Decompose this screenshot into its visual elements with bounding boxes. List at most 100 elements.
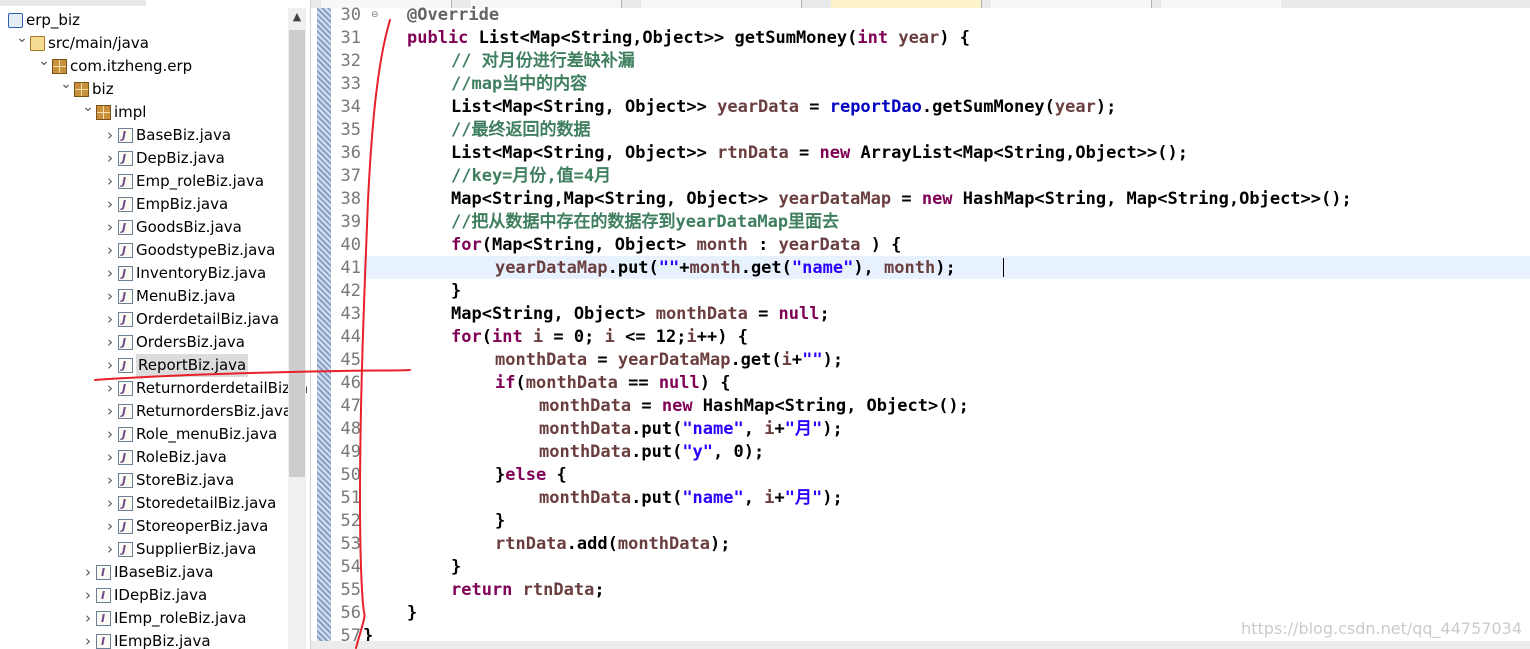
code-line[interactable]: }else { [495, 464, 567, 487]
chevron-right-icon[interactable]: › [104, 147, 116, 170]
tree-item[interactable]: › ReturnorderdetailBiz.ja [0, 377, 308, 400]
editor-tab[interactable] [641, 0, 802, 8]
chevron-right-icon[interactable]: › [104, 124, 116, 147]
tree-item[interactable]: › Role_menuBiz.java [0, 423, 288, 446]
editor-horizontal-scrollbar[interactable] [311, 641, 1530, 649]
chevron-down-icon[interactable]: ⌄ [60, 73, 72, 96]
fold-icon[interactable]: ⊖ [371, 4, 381, 27]
tree-item[interactable]: › Emp_roleBiz.java [0, 170, 288, 193]
tree-item[interactable]: › DepBiz.java [0, 147, 288, 170]
explorer-scroll-thumb[interactable] [289, 30, 305, 477]
chevron-right-icon[interactable]: › [104, 446, 116, 469]
code-token: yearData [778, 235, 861, 255]
chevron-right-icon[interactable]: › [104, 170, 116, 193]
chevron-right-icon[interactable]: › [104, 492, 116, 515]
code-line[interactable]: yearDataMap.put(""+month.get("name"), mo… [495, 257, 956, 280]
code-line[interactable]: List<Map<String, Object>> yearData = rep… [451, 96, 1116, 119]
chevron-right-icon[interactable]: › [104, 423, 116, 446]
code-line[interactable]: } [451, 280, 461, 303]
chevron-right-icon[interactable]: › [82, 561, 94, 584]
code-line[interactable]: monthData = new HashMap<String, Object>(… [539, 395, 969, 418]
tree-item[interactable]: ⌄ biz [0, 76, 288, 101]
chevron-right-icon[interactable]: › [104, 400, 116, 423]
chevron-right-icon[interactable]: › [104, 262, 116, 285]
code-line[interactable]: if(monthData == null) { [495, 372, 730, 395]
tree-item[interactable]: › StoreBiz.java [0, 469, 288, 492]
tree-item[interactable]: › ReportBiz.java [0, 354, 288, 377]
chevron-right-icon[interactable]: › [104, 377, 116, 400]
tree-item[interactable]: › MenuBiz.java [0, 285, 288, 308]
tree-item[interactable]: › BaseBiz.java [0, 124, 288, 147]
chevron-right-icon[interactable]: › [104, 354, 116, 377]
tree-item[interactable]: › StoredetailBiz.java [0, 492, 288, 515]
chevron-right-icon[interactable]: › [104, 538, 116, 561]
tree-item[interactable]: › InventoryBiz.java [0, 262, 288, 285]
code-line[interactable]: monthData = yearDataMap.get(i+""); [495, 349, 843, 372]
tree-item[interactable]: ⌄ impl [0, 99, 288, 124]
chevron-down-icon[interactable]: ⌄ [82, 96, 94, 119]
code-line[interactable]: return rtnData; [451, 579, 605, 602]
editor-tab[interactable] [1161, 0, 1281, 8]
code-line[interactable]: //最终返回的数据 [451, 119, 590, 142]
chevron-right-icon[interactable]: › [104, 216, 116, 239]
code-line[interactable]: } [451, 556, 461, 579]
explorer-vertical-scrollbar[interactable]: ▲ [288, 8, 306, 649]
code-line[interactable]: monthData.put("name", i+"月"); [539, 487, 843, 510]
tree-item-label: SupplierBiz.java [136, 540, 257, 558]
code-line[interactable]: Map<String,Map<String, Object>> yearData… [451, 188, 1352, 211]
code-line[interactable]: rtnData.add(monthData); [495, 533, 730, 556]
code-line[interactable]: public List<Map<String,Object>> getSumMo… [407, 27, 970, 50]
chevron-right-icon[interactable]: › [104, 515, 116, 538]
tree-item[interactable]: › OrdersBiz.java [0, 331, 288, 354]
tree-item[interactable]: › SupplierBiz.java [0, 538, 288, 561]
chevron-right-icon[interactable]: › [104, 331, 116, 354]
code-line[interactable]: //把从数据中存在的数据存到yearDataMap里面去 [451, 211, 839, 234]
tree-item[interactable]: › OrderdetailBiz.java [0, 308, 288, 331]
code-line[interactable]: //map当中的内容 [451, 73, 587, 96]
tree-item-label: MenuBiz.java [136, 287, 236, 305]
tree-item[interactable]: › IEmpBiz.java [0, 630, 288, 649]
code-line[interactable]: for(Map<String, Object> month : yearData… [451, 234, 901, 257]
tree-item[interactable]: › ReturnordersBiz.java [0, 400, 292, 423]
code-line[interactable]: } [407, 602, 417, 625]
code-line[interactable]: List<Map<String, Object>> rtnData = new … [451, 142, 1188, 165]
line-number: 38 [340, 189, 361, 209]
tree-item[interactable]: › IDepBiz.java [0, 584, 288, 607]
tree-item[interactable]: › EmpBiz.java [0, 193, 288, 216]
tree-item[interactable]: › StoreoperBiz.java [0, 515, 288, 538]
tree-item[interactable]: › GoodstypeBiz.java [0, 239, 288, 262]
chevron-right-icon[interactable]: › [82, 630, 94, 649]
text-caret [1003, 258, 1004, 277]
editor-tab[interactable] [991, 0, 1152, 8]
chevron-right-icon[interactable]: › [104, 239, 116, 262]
tree-item[interactable]: › IEmp_roleBiz.java [0, 607, 288, 630]
code-token: ); [1095, 97, 1117, 117]
code-line[interactable]: Map<String, Object> monthData = null; [451, 303, 830, 326]
chevron-right-icon[interactable]: › [104, 193, 116, 216]
chevron-right-icon[interactable]: › [104, 469, 116, 492]
chevron-right-icon[interactable]: › [82, 584, 94, 607]
code-line[interactable]: } [495, 510, 505, 533]
chevron-right-icon[interactable]: › [82, 607, 94, 630]
code-token: month [696, 235, 748, 255]
code-line[interactable]: //key=月份,值=4月 [451, 165, 611, 188]
editor-tab-active[interactable] [831, 0, 982, 8]
code-line[interactable]: // 对月份进行差缺补漏 [451, 50, 635, 73]
code-line[interactable]: @Override [407, 4, 499, 27]
chevron-down-icon[interactable]: ⌄ [38, 50, 50, 73]
tree-item[interactable]: erp_biz [0, 9, 288, 32]
code-line[interactable]: monthData.put("name", i+"月"); [539, 418, 843, 441]
code-token: monthData [539, 488, 632, 508]
code-line[interactable]: monthData.put("y", 0); [539, 441, 764, 464]
line-number: 53 [340, 534, 361, 554]
package-icon [52, 59, 67, 74]
chevron-down-icon[interactable]: ⌄ [16, 27, 28, 50]
tree-item[interactable]: ⌄ com.itzheng.erp [0, 53, 288, 78]
chevron-right-icon[interactable]: › [104, 285, 116, 308]
chevron-right-icon[interactable]: › [104, 308, 116, 331]
code-line[interactable]: for(int i = 0; i <= 12;i++) { [451, 326, 748, 349]
tree-item[interactable]: › GoodsBiz.java [0, 216, 288, 239]
tree-item[interactable]: › RoleBiz.java [0, 446, 288, 469]
tree-item[interactable]: › IBaseBiz.java [0, 561, 288, 584]
scroll-up-icon[interactable]: ▲ [288, 8, 306, 26]
